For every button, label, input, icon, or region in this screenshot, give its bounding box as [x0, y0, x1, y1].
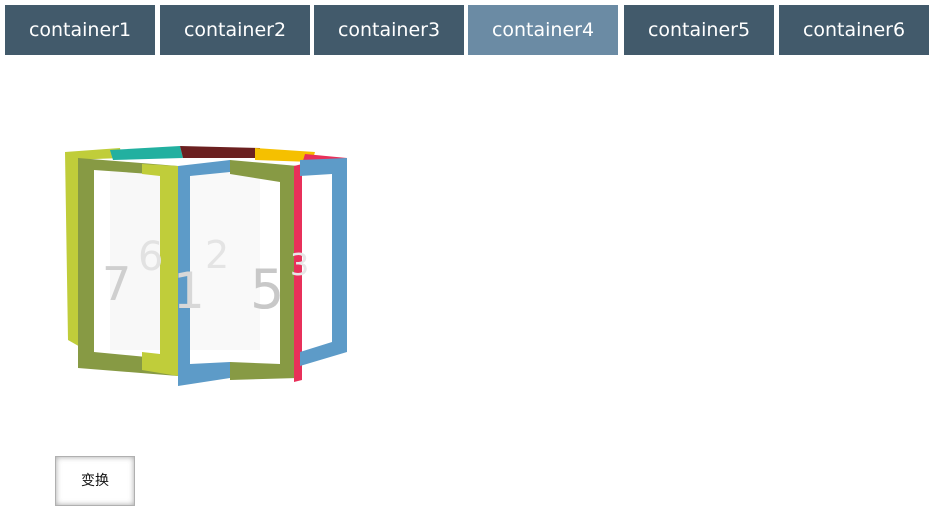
tab-container6[interactable]: container6	[779, 5, 929, 55]
tab-container3[interactable]: container3	[314, 5, 464, 55]
carousel-3d: 7 6 2 5 1 3	[50, 130, 370, 420]
tab-bar: container1 container2 container3 contain…	[5, 5, 936, 55]
tab-container1[interactable]: container1	[5, 5, 155, 55]
panel-number: 5	[250, 258, 284, 321]
panel-number: 7	[102, 257, 131, 311]
tab-container2[interactable]: container2	[160, 5, 310, 55]
tab-container4[interactable]: container4	[468, 5, 618, 55]
panel-number: 6	[138, 234, 163, 280]
tab-container5[interactable]: container5	[624, 5, 774, 55]
rim-segment-maroon	[180, 146, 260, 158]
rim-segment-teal	[110, 146, 183, 160]
panel-number: 3	[290, 248, 309, 283]
panel-number: 1	[173, 262, 205, 320]
transform-button[interactable]: 变换	[55, 456, 135, 506]
panel-number: 2	[205, 233, 229, 277]
carousel-graphic: 7 6 2 5 1 3	[65, 146, 347, 386]
